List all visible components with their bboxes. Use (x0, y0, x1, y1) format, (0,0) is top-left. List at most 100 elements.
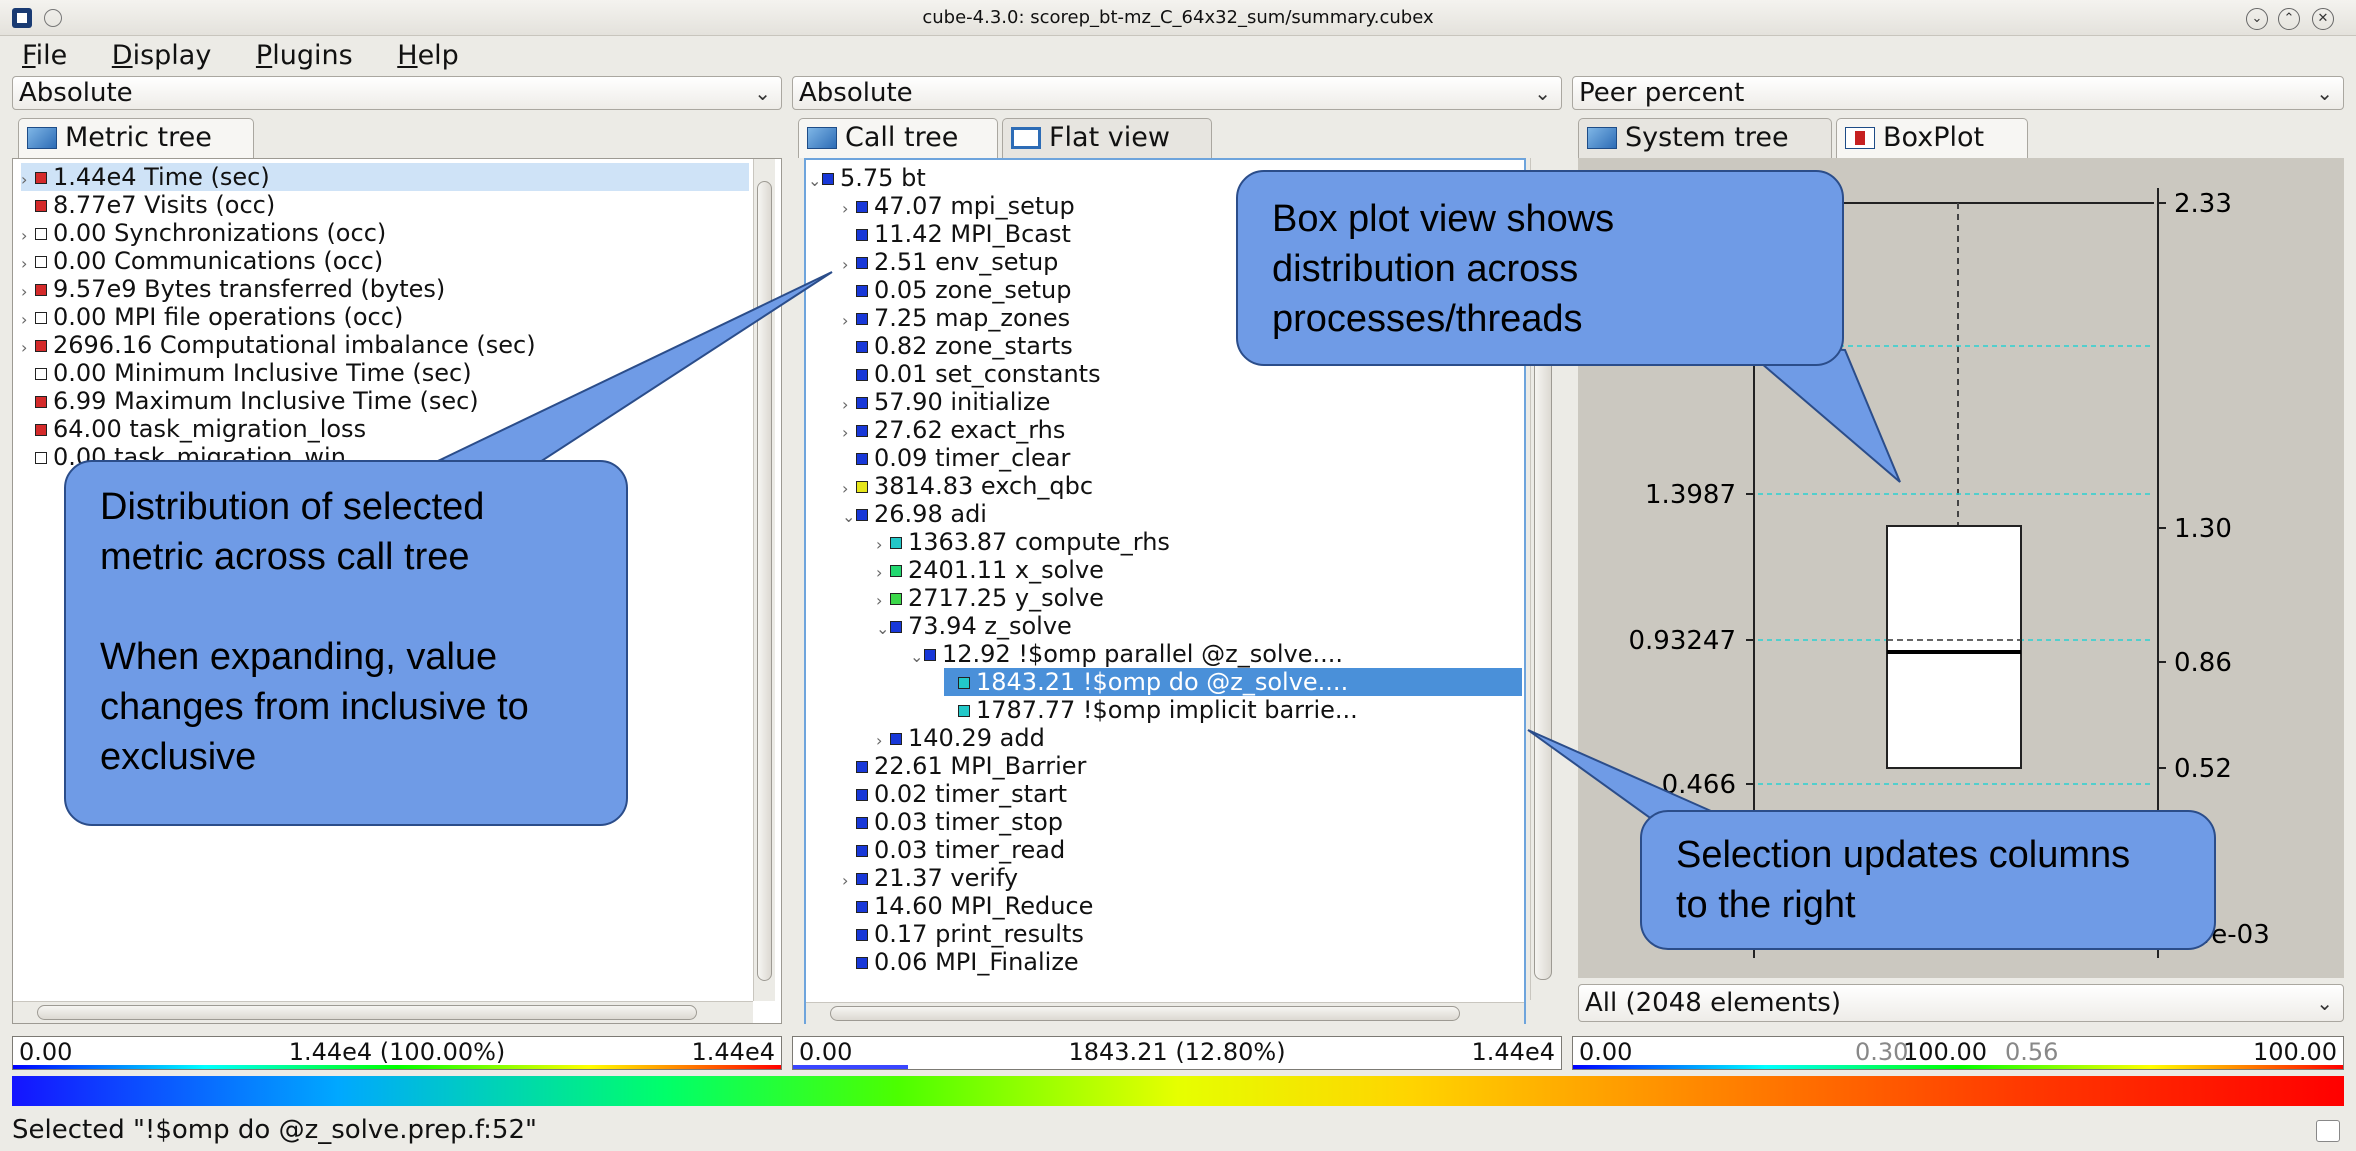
metric-mode-select[interactable]: Absolute ⌄ (12, 76, 782, 110)
expander-icon[interactable]: › (21, 250, 35, 278)
expander-icon[interactable]: ⌄ (808, 167, 822, 195)
tree-icon (1587, 127, 1617, 149)
tree-row[interactable]: 22.61 MPI_Barrier (842, 752, 1086, 780)
tree-row[interactable]: › 2696.16 Computational imbalance (sec) (21, 331, 536, 359)
row-value: 8.77e7 (53, 191, 137, 219)
tree-row[interactable]: 8.77e7 Visits (occ) (21, 191, 275, 219)
tree-row[interactable]: › 47.07 mpi_setup (842, 192, 1075, 220)
tree-row[interactable]: 0.17 print_results (842, 920, 1084, 948)
tree-row[interactable]: 0.01 set_constants (842, 360, 1101, 388)
tree-row[interactable]: › 57.90 initialize (842, 388, 1050, 416)
menu-plugins[interactable]: Plugins (256, 36, 353, 76)
tab-boxplot[interactable]: BoxPlot (1836, 118, 2028, 158)
expander-icon[interactable]: › (876, 531, 890, 559)
expander-icon[interactable]: › (876, 587, 890, 615)
row-label: task_migration_loss (129, 415, 367, 443)
tree-row[interactable]: 1843.21 !$omp do @z_solve.... (944, 668, 1522, 696)
tree-row[interactable]: 0.82 zone_starts (842, 332, 1073, 360)
expander-icon[interactable]: › (876, 727, 890, 755)
expander-icon[interactable]: › (842, 419, 856, 447)
expander-icon[interactable]: ⌄ (910, 643, 924, 671)
scroll-thumb[interactable] (37, 1005, 697, 1020)
tree-row[interactable]: 0.03 timer_stop (842, 808, 1063, 836)
expander-icon[interactable]: › (21, 306, 35, 334)
app-icon (12, 8, 32, 28)
value-color-icon (35, 452, 47, 464)
maximize-icon[interactable]: ⌃ (2278, 8, 2300, 30)
tree-row[interactable]: › 140.29 add (876, 724, 1045, 752)
expander-icon[interactable]: › (21, 166, 35, 194)
expander-icon[interactable]: › (842, 867, 856, 895)
tree-icon (807, 127, 837, 149)
expander-icon[interactable]: ⌄ (842, 503, 856, 531)
right-axis-tick: 2.33 (2174, 189, 2232, 219)
metric-mode-value: Absolute (19, 78, 133, 108)
expander-icon[interactable]: › (21, 222, 35, 250)
expander-icon[interactable]: ⌄ (876, 615, 890, 643)
tree-row[interactable]: ⌄ 12.92 !$omp parallel @z_solve.... (910, 640, 1343, 668)
tree-row[interactable]: ⌄ 26.98 adi (842, 500, 987, 528)
tree-row[interactable]: › 0.00 Communications (occ) (21, 247, 383, 275)
tree-row[interactable]: › 2401.11 x_solve (876, 556, 1104, 584)
scroll-thumb[interactable] (830, 1006, 1460, 1021)
tree-row[interactable]: 0.06 MPI_Finalize (842, 948, 1079, 976)
tree-row[interactable]: › 3814.83 exch_qbc (842, 472, 1093, 500)
menu-file[interactable]: File (22, 36, 67, 76)
value-color-icon (35, 396, 47, 408)
tree-row[interactable]: 0.00 Minimum Inclusive Time (sec) (21, 359, 472, 387)
close-icon[interactable]: ✕ (2312, 8, 2334, 30)
expander-icon[interactable]: › (876, 559, 890, 587)
minimize-icon[interactable]: ⌄ (2246, 8, 2268, 30)
expander-icon[interactable]: › (842, 475, 856, 503)
expander-icon[interactable]: › (21, 278, 35, 306)
tree-row[interactable]: › 1.44e4 Time (sec) (21, 163, 749, 191)
menu-display[interactable]: Display (112, 36, 212, 76)
calltree-mode-select[interactable]: Absolute ⌄ (792, 76, 1562, 110)
tree-row[interactable]: ⌄ 5.75 bt (808, 164, 926, 192)
callout-distribution: Distribution of selected metric across c… (64, 460, 628, 826)
expander-icon[interactable]: › (842, 391, 856, 419)
expander-icon[interactable]: › (21, 334, 35, 362)
expander-icon[interactable]: › (842, 307, 856, 335)
tree-row[interactable]: 64.00 task_migration_loss (21, 415, 366, 443)
tab-metric-tree[interactable]: Metric tree (18, 118, 254, 158)
status-indicator-icon[interactable] (2316, 1120, 2340, 1142)
left-axis-tick: 0.466 (1662, 770, 1736, 800)
tree-row[interactable]: › 0.00 Synchronizations (occ) (21, 219, 386, 247)
tree-row[interactable]: 0.05 zone_setup (842, 276, 1071, 304)
tab-call-tree[interactable]: Call tree (798, 118, 998, 158)
tree-row[interactable]: ⌄ 73.94 z_solve (876, 612, 1072, 640)
tree-row[interactable]: 14.60 MPI_Reduce (842, 892, 1093, 920)
menu-help[interactable]: Help (397, 36, 459, 76)
metric-horizontal-scrollbar[interactable] (13, 1001, 753, 1023)
tree-row[interactable]: › 2717.25 y_solve (876, 584, 1104, 612)
expander-icon[interactable]: › (842, 251, 856, 279)
max-value: 1.44e4 (1471, 1038, 1555, 1066)
tree-row[interactable]: › 21.37 verify (842, 864, 1018, 892)
tab-flat-view[interactable]: Flat view (1002, 118, 1212, 158)
tree-row[interactable]: 11.42 MPI_Bcast (842, 220, 1071, 248)
tree-row[interactable]: › 7.25 map_zones (842, 304, 1070, 332)
system-mode-select[interactable]: Peer percent ⌄ (1572, 76, 2344, 110)
tree-row[interactable]: 0.03 timer_read (842, 836, 1065, 864)
calltree-horizontal-scrollbar[interactable] (806, 1002, 1524, 1024)
window-menu-icon[interactable] (44, 9, 62, 27)
metric-vertical-scrollbar[interactable] (753, 159, 775, 1001)
tab-system-tree[interactable]: System tree (1578, 118, 1832, 158)
tree-row[interactable]: 0.09 timer_clear (842, 444, 1070, 472)
value-color-icon (35, 200, 47, 212)
tree-row[interactable]: 6.99 Maximum Inclusive Time (sec) (21, 387, 479, 415)
tree-row[interactable]: 0.02 timer_start (842, 780, 1067, 808)
value-color-icon (856, 285, 868, 297)
tree-row[interactable]: › 1363.87 compute_rhs (876, 528, 1170, 556)
tree-row[interactable]: › 27.62 exact_rhs (842, 416, 1065, 444)
tree-row[interactable]: › 2.51 env_setup (842, 248, 1058, 276)
tree-row[interactable]: › 9.57e9 Bytes transferred (bytes) (21, 275, 445, 303)
calltree-value-bar: 0.00 1843.21 (12.80%) 1.44e4 (792, 1036, 1562, 1070)
element-selector[interactable]: All (2048 elements) ⌄ (1578, 984, 2344, 1022)
row-value: 11.42 (874, 220, 943, 248)
tree-row[interactable]: › 0.00 MPI file operations (occ) (21, 303, 403, 331)
tree-row[interactable]: 1787.77 !$omp implicit barrie... (944, 696, 1358, 724)
expander-icon[interactable]: › (842, 195, 856, 223)
scroll-thumb[interactable] (757, 181, 772, 981)
